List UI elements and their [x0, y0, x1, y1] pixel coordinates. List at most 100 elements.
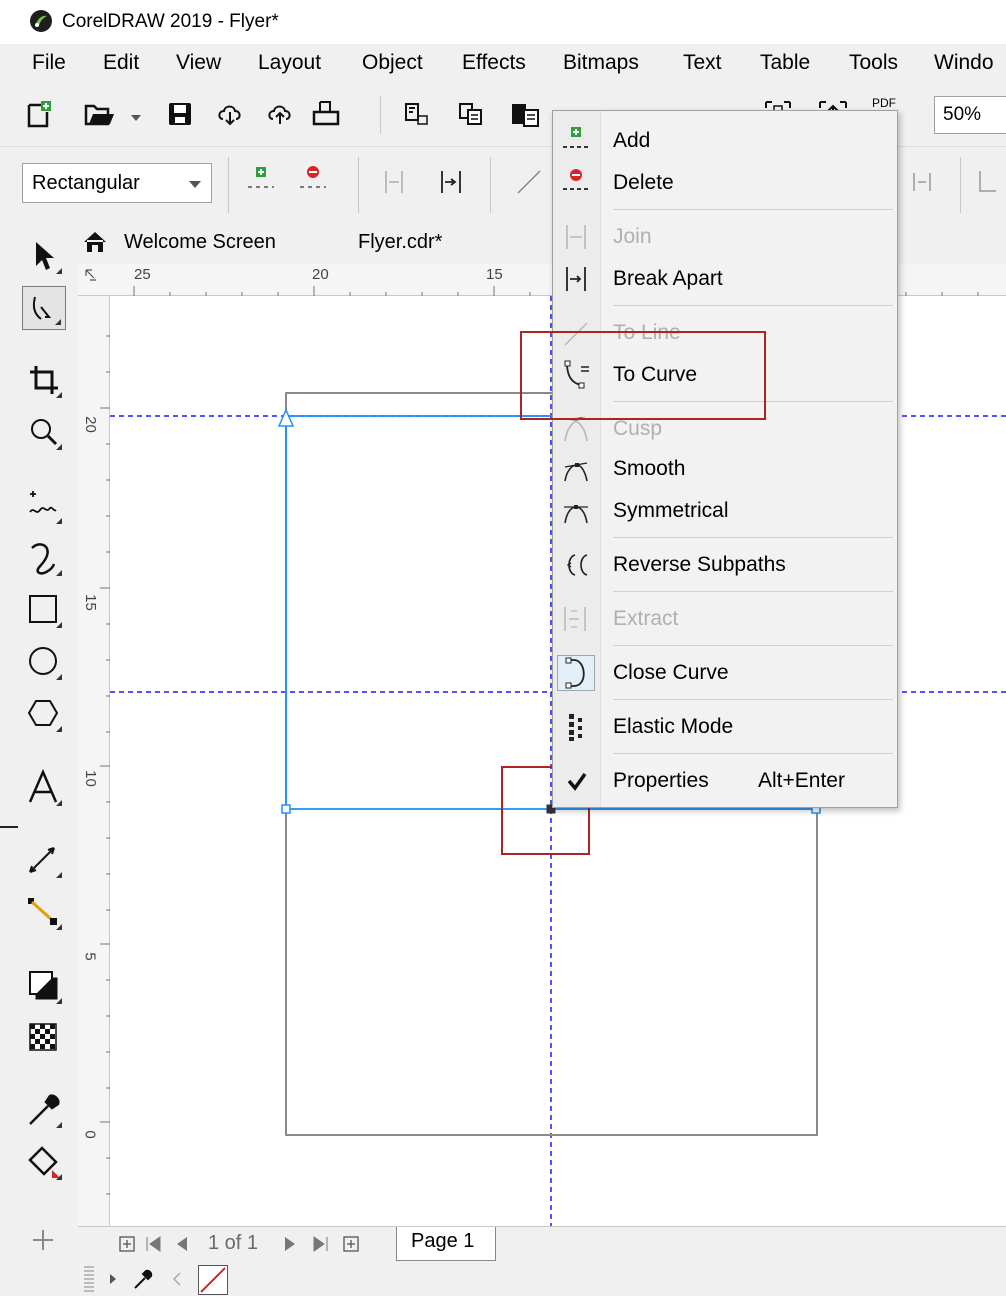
menu-item-label: Join: [613, 225, 652, 248]
add-page-after-icon[interactable]: [342, 1235, 360, 1258]
zoom-level-input[interactable]: 50%: [934, 96, 1006, 134]
break-apart-icon: [559, 263, 593, 295]
menu-object[interactable]: Object: [362, 51, 423, 75]
menu-window[interactable]: Windo: [934, 51, 994, 75]
artistic-media-tool-icon[interactable]: [22, 536, 66, 580]
ruler-label: 15: [486, 266, 503, 283]
menu-item-join[interactable]: Join: [553, 217, 897, 257]
menu-file[interactable]: File: [32, 51, 66, 75]
delete-node-icon: [559, 167, 593, 199]
menu-item-close-curve[interactable]: Close Curve: [553, 653, 897, 693]
rectangle-start-node-icon[interactable]: [277, 408, 295, 427]
menu-item-symmetrical[interactable]: Symmetrical: [553, 491, 897, 531]
menu-item-extract[interactable]: Extract: [553, 599, 897, 639]
vertical-ruler[interactable]: 20 15 10 5 0: [78, 296, 110, 1226]
add-page-before-icon[interactable]: [118, 1235, 136, 1258]
export-icon[interactable]: [458, 102, 484, 131]
add-node-icon[interactable]: [246, 165, 276, 202]
pick-tool-icon[interactable]: [22, 234, 66, 278]
add-tool-plus-icon[interactable]: [22, 1218, 66, 1262]
crop-tool-icon[interactable]: [22, 358, 66, 402]
tab-welcome-label: Welcome Screen: [124, 231, 276, 253]
ellipse-tool-icon[interactable]: [22, 640, 66, 684]
previous-page-icon[interactable]: [174, 1235, 190, 1258]
text-tool-icon[interactable]: [22, 766, 66, 810]
rectangle-node[interactable]: [281, 804, 291, 814]
export-to-icon[interactable]: [510, 100, 540, 133]
parallel-dimension-tool-icon[interactable]: [22, 838, 66, 882]
symmetrical-icon: [559, 495, 593, 527]
join-nodes-icon[interactable]: [380, 169, 408, 200]
menu-effects[interactable]: Effects: [462, 51, 526, 75]
freehand-tool-icon[interactable]: [22, 484, 66, 528]
selection-mode-dropdown[interactable]: Rectangular: [22, 163, 212, 203]
import-icon[interactable]: [404, 102, 430, 131]
first-page-icon[interactable]: [144, 1235, 164, 1258]
menu-table[interactable]: Table: [760, 51, 810, 75]
menu-item-properties[interactable]: Properties Alt+Enter: [553, 761, 897, 801]
join-nodes-icon: [559, 221, 593, 253]
cloud-download-icon[interactable]: [216, 102, 244, 131]
menu-item-label: Break Apart: [613, 267, 723, 290]
menu-layout[interactable]: Layout: [258, 51, 321, 75]
drop-shadow-tool-icon[interactable]: [22, 964, 66, 1008]
connector-tool-icon[interactable]: [22, 890, 66, 934]
open-dropdown-arrow-icon[interactable]: [130, 110, 142, 128]
expand-arrow-icon[interactable]: [108, 1272, 118, 1290]
delete-node-icon[interactable]: [298, 165, 328, 202]
tab-welcome-screen[interactable]: Welcome Screen: [78, 222, 348, 264]
menu-separator: [613, 753, 893, 754]
extract-subpath-icon[interactable]: [910, 169, 938, 200]
tab-flyer-label: Flyer.cdr*: [358, 231, 443, 253]
menu-item-elastic-mode[interactable]: Elastic Mode: [553, 707, 897, 747]
to-line-icon[interactable]: [516, 169, 542, 200]
menu-separator: [613, 305, 893, 306]
menu-item-add[interactable]: Add: [553, 121, 897, 161]
menu-bitmaps[interactable]: Bitmaps: [563, 51, 639, 75]
no-fill-swatch[interactable]: [198, 1265, 228, 1295]
menu-item-smooth[interactable]: Smooth: [553, 449, 897, 489]
publish-to-pdf-icon[interactable]: PDF: [872, 96, 896, 110]
page-tab[interactable]: Page 1: [396, 1227, 496, 1261]
menu-item-shortcut: Alt+Enter: [758, 769, 845, 792]
polygon-tool-icon[interactable]: [22, 692, 66, 736]
new-document-icon[interactable]: [26, 100, 52, 133]
zoom-tool-icon[interactable]: [22, 410, 66, 454]
menu-tools[interactable]: Tools: [849, 51, 898, 75]
save-icon[interactable]: [168, 102, 192, 131]
print-icon[interactable]: [312, 100, 340, 131]
cloud-upload-icon[interactable]: [266, 102, 294, 131]
menu-text[interactable]: Text: [683, 51, 722, 75]
toolbar-separator: [380, 96, 381, 134]
break-apart-icon[interactable]: [436, 169, 468, 200]
eyedropper-tool-icon[interactable]: [22, 1088, 66, 1132]
menu-edit[interactable]: Edit: [103, 51, 139, 75]
menu-item-delete[interactable]: Delete: [553, 163, 897, 203]
page-navigator: 1 of 1 Page 1: [78, 1226, 1006, 1262]
fill-eyedropper-icon[interactable]: [132, 1268, 154, 1295]
to-curve-highlight-box: [520, 331, 766, 420]
menu-view[interactable]: View: [176, 51, 221, 75]
menu-separator: [613, 591, 893, 592]
ruler-origin-icon[interactable]: [84, 268, 102, 291]
interactive-fill-tool-icon[interactable]: [22, 1140, 66, 1184]
toolbox: [0, 222, 78, 1296]
next-page-icon[interactable]: [282, 1235, 298, 1258]
collapse-arrow-icon[interactable]: [172, 1272, 182, 1291]
menu-item-break-apart[interactable]: Break Apart: [553, 259, 897, 299]
menu-separator: [613, 209, 893, 210]
title-bar: CorelDRAW 2019 - Flyer*: [0, 0, 1006, 44]
menu-item-label: Cusp: [613, 417, 663, 440]
rectangle-tool-icon[interactable]: [22, 588, 66, 632]
node-context-menu: Add Delete Join Break Apart To Line To C…: [552, 110, 898, 808]
open-folder-icon[interactable]: [84, 102, 116, 131]
menu-item-reverse-subpaths[interactable]: Reverse Subpaths: [553, 545, 897, 585]
grip-handle[interactable]: [84, 1266, 94, 1292]
reverse-subpaths-icon: [559, 549, 593, 581]
menu-separator: [613, 537, 893, 538]
transparency-tool-icon[interactable]: [22, 1016, 66, 1060]
add-node-icon: [559, 125, 593, 157]
close-curve-toolbar-icon[interactable]: [976, 169, 1000, 200]
shape-tool-icon[interactable]: [22, 286, 66, 330]
last-page-icon[interactable]: [310, 1235, 330, 1258]
